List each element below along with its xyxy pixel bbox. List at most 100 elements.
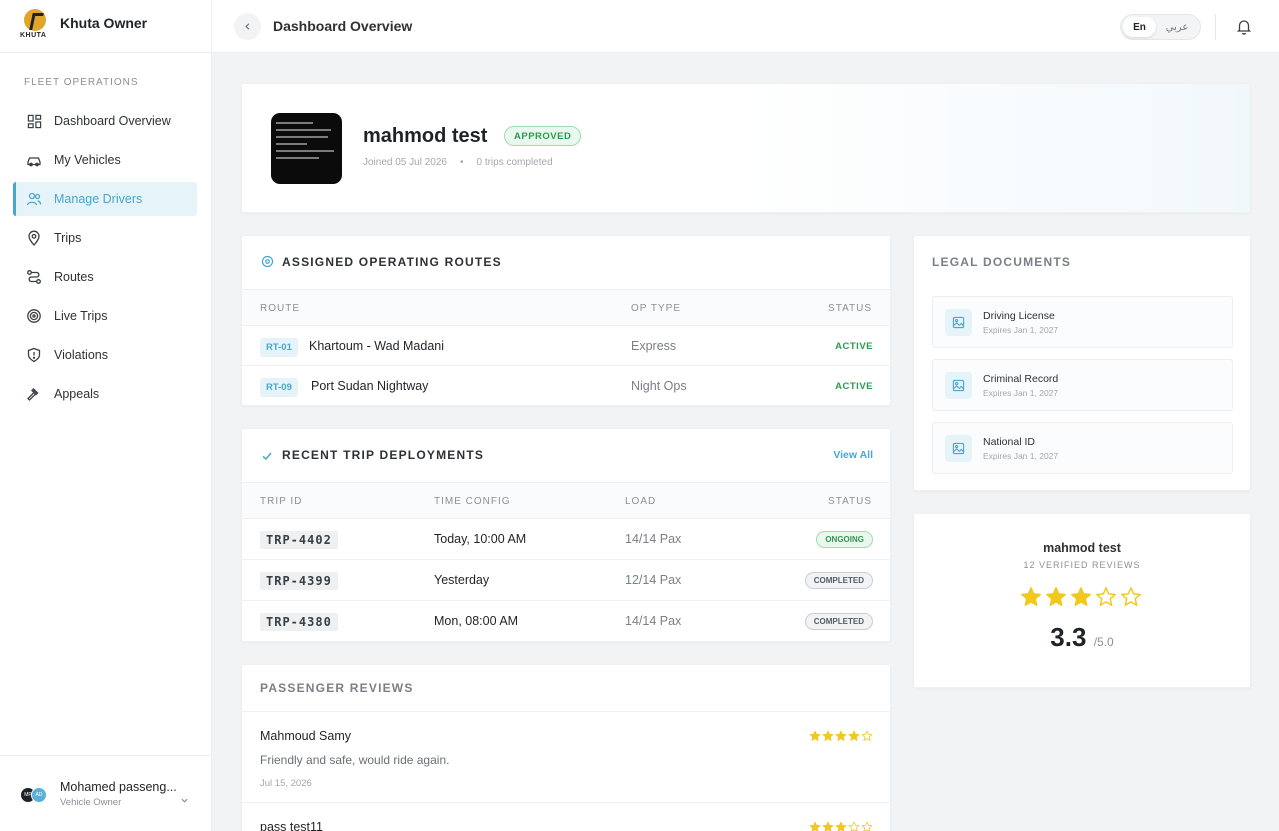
list-item: pass test11 [242, 803, 890, 831]
star-filled-icon [822, 820, 834, 831]
assigned-routes-card: ASSIGNED OPERATING ROUTES ROUTE OP TYPE … [241, 235, 891, 406]
document-name: Driving License [983, 310, 1055, 322]
language-toggle[interactable]: En عربي [1120, 14, 1201, 40]
sidebar: KHUTA Khuta Owner FLEET OPERATIONS Dashb… [0, 0, 212, 831]
star-empty-icon [1095, 586, 1117, 613]
section-title: RECENT TRIP DEPLOYMENTS [282, 448, 485, 462]
sidebar-item-label: Trips [54, 231, 82, 245]
route-status: ACTIVE [835, 341, 873, 352]
sidebar-item-routes[interactable]: Routes [13, 260, 197, 294]
sidebar-item-appeals[interactable]: Appeals [13, 377, 197, 411]
star-empty-icon [1120, 586, 1142, 613]
user-menu[interactable]: MP AD Mohamed passeng... Vehicle Owner [0, 755, 212, 831]
trip-time: Yesterday [434, 573, 490, 587]
table-header: TRIP ID TIME CONFIG LOAD STATUS [242, 482, 890, 519]
sidebar-item-label: Manage Drivers [54, 192, 143, 206]
document-expiry: Expires Jan 1, 2027 [983, 451, 1059, 461]
profile-meta: Joined 05 Jul 2026 • 0 trips completed [363, 157, 553, 168]
route-name: Khartoum - Wad Madani [309, 339, 445, 353]
khuta-logo-icon: KHUTA [20, 9, 52, 43]
route-icon [26, 269, 42, 285]
reviewer-name: pass test11 [260, 820, 324, 831]
driver-name: mahmod test [363, 125, 488, 147]
trips-completed: 0 trips completed [476, 157, 553, 168]
lang-option-en[interactable]: En [1123, 17, 1156, 37]
map-pin-icon [26, 230, 42, 246]
section-title: PASSENGER REVIEWS [260, 681, 414, 695]
review-stars [809, 729, 873, 747]
passenger-reviews-card: PASSENGER REVIEWS Mahmoud Samy Friendly … [241, 664, 891, 831]
star-empty-icon [848, 820, 860, 831]
sidebar-item-label: Dashboard Overview [54, 114, 171, 128]
divider [1215, 14, 1216, 40]
table-row[interactable]: RT-01 Khartoum - Wad Madani Express ACTI… [242, 326, 890, 366]
trip-load: 12/14 Pax [625, 573, 682, 587]
rating-summary-card: mahmod test 12 VERIFIED REVIEWS 3.3 /5.0 [913, 513, 1251, 688]
lang-option-ar[interactable]: عربي [1156, 22, 1198, 33]
trip-load: 14/14 Pax [625, 532, 682, 546]
document-item[interactable]: Driving License Expires Jan 1, 2027 [932, 296, 1233, 348]
trip-id: TRP-4380 [260, 613, 338, 631]
sidebar-item-dashboard[interactable]: Dashboard Overview [13, 104, 197, 138]
section-title: LEGAL DOCUMENTS [932, 255, 1072, 269]
star-filled-icon [1045, 586, 1067, 613]
document-expiry: Expires Jan 1, 2027 [983, 325, 1059, 335]
star-filled-icon [835, 820, 847, 831]
sidebar-item-vehicles[interactable]: My Vehicles [13, 143, 197, 177]
document-expiry: Expires Jan 1, 2027 [983, 388, 1059, 398]
sidebar-item-label: Routes [54, 270, 94, 284]
sidebar-item-violations[interactable]: Violations [13, 338, 197, 372]
trip-id: TRP-4402 [260, 531, 338, 549]
section-title: ASSIGNED OPERATING ROUTES [282, 255, 502, 269]
chevron-left-icon [243, 18, 252, 36]
document-name: Criminal Record [983, 373, 1059, 385]
image-icon [945, 372, 972, 399]
trip-load: 14/14 Pax [625, 614, 682, 628]
trip-status-badge: ONGOING [816, 531, 873, 548]
route-code: RT-01 [260, 338, 298, 357]
document-item[interactable]: National ID Expires Jan 1, 2027 [932, 422, 1233, 474]
review-text: Friendly and safe, would ride again. [260, 753, 450, 767]
back-button[interactable] [234, 13, 261, 40]
sidebar-item-live-trips[interactable]: Live Trips [13, 299, 197, 333]
route-code: RT-09 [260, 378, 298, 397]
document-item[interactable]: Criminal Record Expires Jan 1, 2027 [932, 359, 1233, 411]
star-filled-icon [848, 729, 860, 747]
target-icon [26, 308, 42, 324]
rating-stars [1020, 586, 1142, 613]
document-name: National ID [983, 436, 1035, 448]
driver-profile-card: mahmod test APPROVED Joined 05 Jul 2026 •… [241, 83, 1251, 213]
brand-name: Khuta Owner [60, 15, 148, 31]
user-name: Mohamed passeng... [60, 779, 177, 794]
table-header: ROUTE OP TYPE STATUS [242, 289, 890, 326]
route-status: ACTIVE [835, 381, 873, 392]
table-row[interactable]: TRP-4402 Today, 10:00 AM 14/14 Pax ONGOI… [242, 519, 890, 560]
brand[interactable]: KHUTA Khuta Owner [0, 0, 211, 53]
grid-icon [26, 113, 42, 129]
review-stars [809, 820, 873, 831]
list-item: Mahmoud Samy Friendly and safe, would ri… [242, 711, 890, 803]
sidebar-item-trips[interactable]: Trips [13, 221, 197, 255]
chevron-down-icon [180, 792, 189, 810]
sidebar-item-label: Violations [54, 348, 108, 362]
trip-id: TRP-4399 [260, 572, 338, 590]
users-icon [26, 191, 42, 207]
nav-section-label: FLEET OPERATIONS [24, 77, 139, 88]
bell-icon[interactable] [1236, 18, 1252, 40]
view-all-link[interactable]: View All [833, 449, 873, 461]
legal-documents-card: LEGAL DOCUMENTS Driving License Expires … [913, 235, 1251, 491]
op-type: Express [631, 339, 677, 353]
reviewer-name: Mahmoud Samy [260, 729, 352, 743]
review-count: 12 VERIFIED REVIEWS [1023, 560, 1141, 570]
image-icon [945, 435, 972, 462]
table-row[interactable]: RT-09 Port Sudan Nightway Night Ops ACTI… [242, 366, 890, 406]
table-row[interactable]: TRP-4399 Yesterday 12/14 Pax COMPLETED [242, 560, 890, 601]
review-date: Jul 15, 2026 [260, 778, 312, 789]
user-role: Vehicle Owner [60, 796, 122, 808]
car-icon [26, 152, 42, 168]
rating-score: 3.3 /5.0 [1050, 622, 1114, 652]
star-empty-icon [861, 729, 873, 747]
sidebar-item-manage-drivers[interactable]: Manage Drivers [13, 182, 197, 216]
op-type: Night Ops [631, 379, 687, 393]
table-row[interactable]: TRP-4380 Mon, 08:00 AM 14/14 Pax COMPLET… [242, 601, 890, 642]
